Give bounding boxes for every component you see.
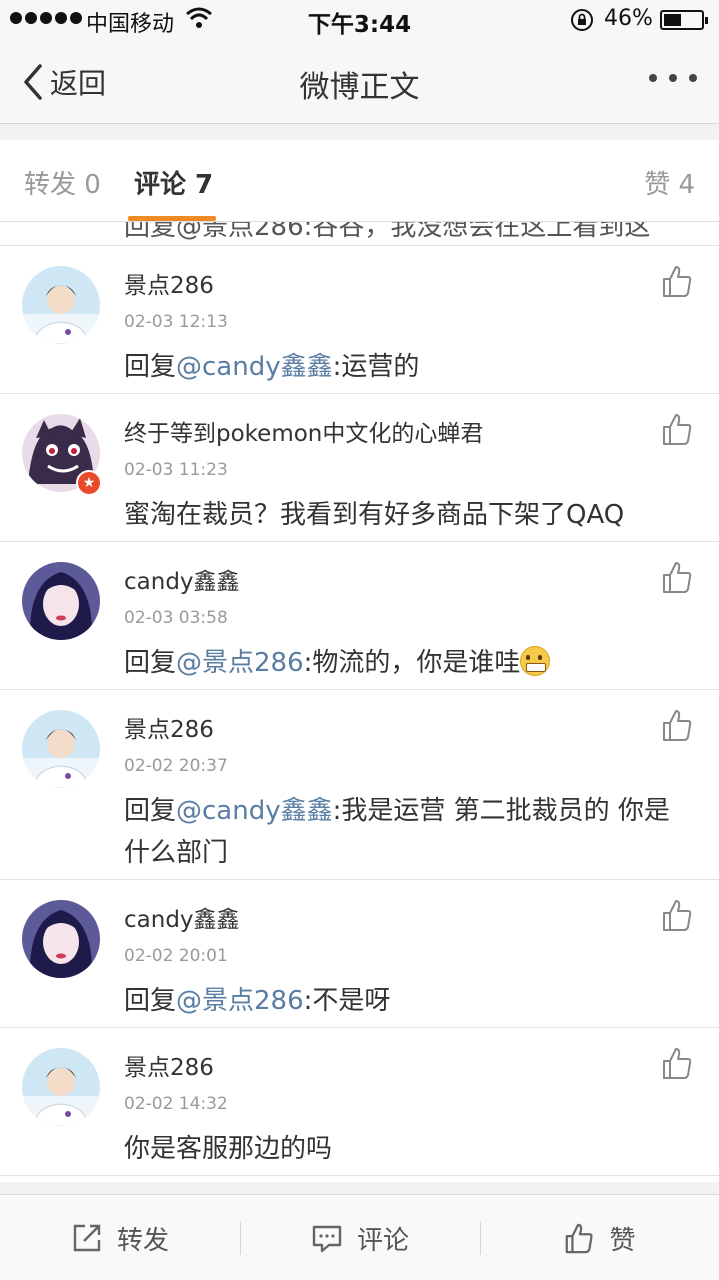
comment-time: 02-03 12:13 <box>124 312 228 332</box>
comment-time: 02-02 20:01 <box>124 946 228 966</box>
avatar[interactable] <box>22 1048 100 1126</box>
tab-bar: 转发 0 评论 7 赞 4 <box>0 140 719 222</box>
comment-text: :不是呀 <box>303 986 391 1016</box>
comment-time: 02-03 03:58 <box>124 608 228 628</box>
comment-row: candy鑫鑫 02-03 03:58 回复@景点286:物流的，你是谁哇 <box>0 542 719 690</box>
comment-body: 蜜淘在裁员？我看到有好多商品下架了QAQ <box>124 494 694 536</box>
status-bar: 中国移动 下午3:44 46% <box>0 0 719 40</box>
tab-comments[interactable]: 评论 7 <box>134 164 213 201</box>
comment-time: 02-02 14:32 <box>124 1094 228 1114</box>
comment-body: 回复@candy鑫鑫:运营的 <box>124 346 694 388</box>
comment-body: 回复@candy鑫鑫:我是运营 第二批裁员的 你是什么部门 <box>124 790 694 874</box>
like-button[interactable]: 赞 <box>480 1195 719 1280</box>
comment-label: 评论 <box>356 1225 409 1256</box>
chevron-left-icon <box>24 64 42 100</box>
mention-link[interactable]: @candy鑫鑫 <box>176 352 333 382</box>
comment-text: :物流的，你是谁哇 <box>303 648 521 678</box>
battery-icon <box>660 10 708 30</box>
page-title: 微博正文 <box>299 70 420 105</box>
thumbs-up-icon <box>566 1223 594 1254</box>
share-icon <box>73 1224 101 1252</box>
user-avatar-image <box>22 562 100 640</box>
avatar[interactable] <box>22 266 100 344</box>
comment-username[interactable]: 景点286 <box>124 266 214 300</box>
mention-link[interactable]: @景点286 <box>176 986 304 1016</box>
mention-link[interactable]: @景点286 <box>176 648 304 678</box>
comment-username[interactable]: candy鑫鑫 <box>124 900 240 934</box>
reply-prefix: 回复 <box>124 986 177 1016</box>
comment-username[interactable]: 景点286 <box>124 710 214 744</box>
comment-like-button[interactable] <box>661 898 693 932</box>
comment-like-button[interactable] <box>661 1046 693 1080</box>
thumbs-up-icon <box>663 414 692 445</box>
avatar[interactable] <box>22 900 100 978</box>
comment-like-button[interactable] <box>661 264 693 298</box>
comment-list[interactable]: 回复@景点286:谷谷，我没想会在这上看到这 景点286 02-03 12:13… <box>0 222 719 1182</box>
back-label: 返回 <box>50 67 107 100</box>
comment-body: 你是客服那边的吗 <box>124 1128 694 1170</box>
comment-text: :运营的 <box>332 352 420 382</box>
user-avatar-image <box>22 710 100 788</box>
comment-body: 回复@景点286:物流的，你是谁哇 <box>124 642 694 684</box>
more-dots-icon[interactable] <box>649 74 697 82</box>
comment-text: 你是客服那边的吗 <box>124 1134 333 1164</box>
user-avatar-image <box>22 900 100 978</box>
forward-label: 转发 <box>116 1225 169 1256</box>
verified-badge-icon: ★ <box>76 470 102 496</box>
active-tab-indicator <box>128 216 216 221</box>
mention-link[interactable]: @candy鑫鑫 <box>176 796 333 826</box>
comment-like-button[interactable] <box>661 708 693 742</box>
like-label: 赞 <box>609 1225 636 1256</box>
user-avatar-image <box>22 1048 100 1126</box>
bottom-toolbar: 转发 评论 赞 <box>0 1194 719 1280</box>
comment-username[interactable]: 终于等到pokemon中文化的心蝉君 <box>124 414 483 448</box>
comment-like-button[interactable] <box>661 412 693 446</box>
forward-button[interactable]: 转发 <box>0 1195 240 1280</box>
comment-time: 02-02 20:37 <box>124 756 228 776</box>
reply-prefix: 回复 <box>124 648 177 678</box>
thumbs-up-icon <box>663 900 692 931</box>
comment-row: ★ 终于等到pokemon中文化的心蝉君 02-03 11:23 蜜淘在裁员？我… <box>0 394 719 542</box>
comment-button[interactable]: 评论 <box>240 1195 480 1280</box>
comment-row-partial: 回复@景点286:谷谷，我没想会在这上看到这 <box>0 222 719 246</box>
avatar[interactable] <box>22 562 100 640</box>
back-button[interactable]: 返回 <box>18 60 106 104</box>
comment-like-button[interactable] <box>661 560 693 594</box>
comment-row: 景点286 02-03 12:13 回复@candy鑫鑫:运营的 <box>0 246 719 394</box>
comment-username[interactable]: 景点286 <box>124 1048 214 1082</box>
thumbs-up-icon <box>663 710 692 741</box>
tab-likes[interactable]: 赞 4 <box>644 164 695 201</box>
tab-forwards[interactable]: 转发 0 <box>24 164 101 201</box>
user-avatar-image <box>22 266 100 344</box>
comment-time: 02-03 11:23 <box>124 460 228 480</box>
thumbs-up-icon <box>663 1048 692 1079</box>
thumbs-up-icon <box>663 562 692 593</box>
comment-row: 景点286 02-02 20:37 回复@candy鑫鑫:我是运营 第二批裁员的… <box>0 690 719 880</box>
battery-level-fill <box>664 14 681 26</box>
comment-row: candy鑫鑫 02-02 20:01 回复@景点286:不是呀 <box>0 880 719 1028</box>
comment-text: 蜜淘在裁员？我看到有好多商品下架了QAQ <box>124 500 625 530</box>
avatar[interactable] <box>22 710 100 788</box>
comment-row: 景点286 02-02 14:32 你是客服那边的吗 <box>0 1028 719 1176</box>
nav-bar: 返回 微博正文 <box>0 40 719 124</box>
partial-comment-text: 回复@景点286:谷谷，我没想会在这上看到这 <box>124 222 651 242</box>
comment-bubble-icon <box>312 1225 342 1253</box>
rotation-lock-icon <box>571 9 593 31</box>
battery-percent: 46% <box>604 6 653 31</box>
reply-prefix: 回复 <box>124 352 177 382</box>
grin-emoji-icon <box>520 646 551 676</box>
thumbs-up-icon <box>663 266 692 297</box>
comment-body: 回复@景点286:不是呀 <box>124 980 694 1022</box>
comment-username[interactable]: candy鑫鑫 <box>124 562 240 596</box>
reply-prefix: 回复 <box>124 796 177 826</box>
